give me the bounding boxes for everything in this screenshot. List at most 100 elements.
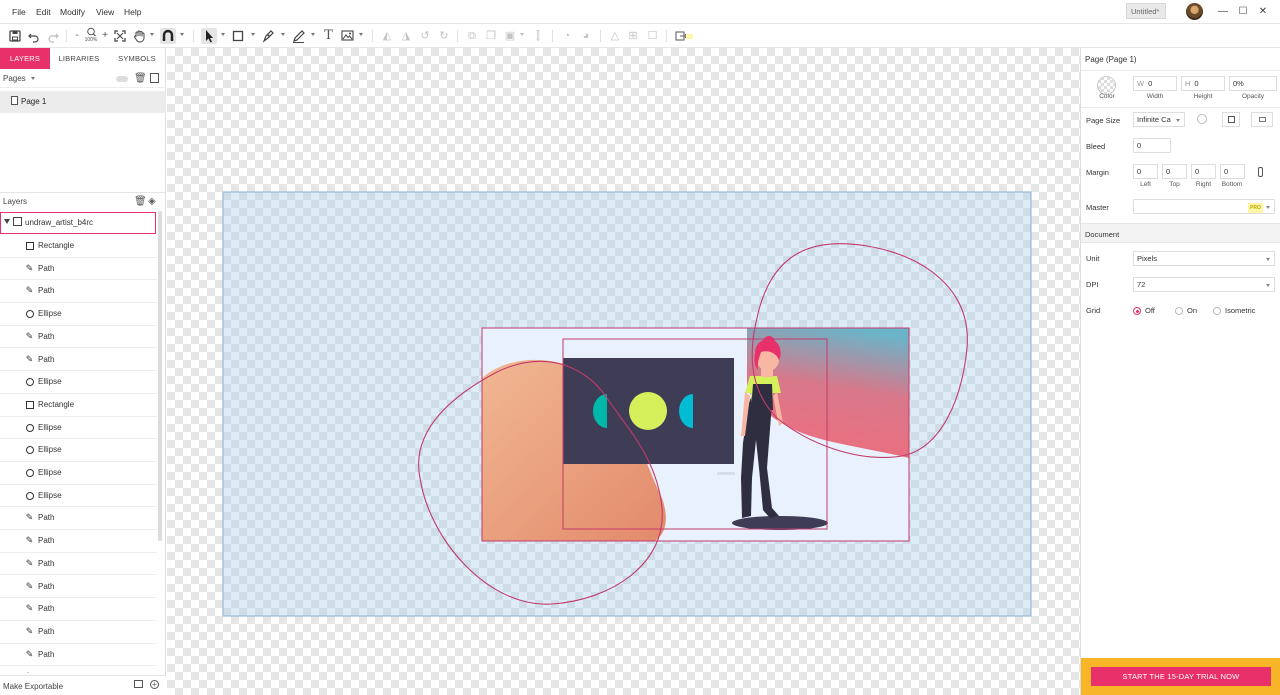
rotate-right-icon[interactable]: ↻: [438, 28, 450, 44]
layer-item[interactable]: ✎ Path: [0, 326, 157, 349]
avatar[interactable]: [1186, 3, 1203, 20]
toggle-icon[interactable]: [116, 76, 128, 82]
fit-screen-icon[interactable]: [114, 28, 126, 44]
layers-scrollbar[interactable]: [158, 211, 162, 541]
text-tool-icon[interactable]: T: [322, 28, 335, 44]
chevron-down-icon[interactable]: [221, 33, 225, 36]
layer-item[interactable]: ✎ Path: [0, 576, 157, 599]
zoom-in-icon[interactable]: +: [101, 28, 109, 44]
layer-item[interactable]: ✎ Path: [0, 666, 157, 673]
page-item[interactable]: Page 1: [0, 91, 166, 113]
margin-right-field[interactable]: 0: [1191, 164, 1216, 179]
grid-isometric-radio[interactable]: [1213, 307, 1221, 315]
chevron-down-icon[interactable]: [359, 33, 363, 36]
layer-item[interactable]: ✎ Path: [0, 598, 157, 621]
layer-item[interactable]: ✎ Path: [0, 644, 157, 667]
pages-label[interactable]: Pages: [3, 74, 26, 83]
dpi-select[interactable]: 72: [1133, 277, 1275, 292]
align-icon[interactable]: ⫿: [532, 28, 544, 44]
magnet-snap-icon[interactable]: [160, 28, 176, 44]
orientation-icon[interactable]: [1197, 114, 1207, 124]
boolean-union-icon[interactable]: ◔: [561, 28, 573, 44]
landscape-button[interactable]: [1251, 112, 1273, 127]
chevron-down-icon[interactable]: [31, 77, 35, 80]
pointer-tool-icon[interactable]: [201, 28, 217, 44]
layer-item[interactable]: Ellipse: [0, 417, 157, 440]
margin-top-field[interactable]: 0: [1162, 164, 1187, 179]
boolean-subtract-icon[interactable]: ◕: [580, 28, 592, 44]
grid-off-radio[interactable]: [1133, 307, 1141, 315]
menu-file[interactable]: File: [12, 7, 26, 17]
layer-item[interactable]: Rectangle: [0, 235, 157, 258]
master-select[interactable]: PRO: [1133, 199, 1275, 214]
menu-help[interactable]: Help: [124, 7, 141, 17]
trash-icon[interactable]: 🗑: [134, 73, 147, 84]
layer-root-group[interactable]: undraw_artist_b4rc: [0, 212, 156, 234]
caret-down-icon[interactable]: [4, 219, 10, 224]
layer-item[interactable]: ✎ Path: [0, 349, 157, 372]
zoom-control[interactable]: 100%: [83, 27, 99, 45]
undo-icon[interactable]: [28, 28, 40, 44]
chevron-down-icon[interactable]: [520, 33, 524, 36]
layer-item[interactable]: ✎ Path: [0, 258, 157, 281]
add-export-icon[interactable]: +: [150, 680, 159, 689]
chevron-down-icon[interactable]: [311, 33, 315, 36]
redo-icon[interactable]: [47, 28, 59, 44]
width-field[interactable]: W0: [1133, 76, 1177, 91]
rotate-left-icon[interactable]: ↺: [419, 28, 431, 44]
menu-view[interactable]: View: [96, 7, 114, 17]
layer-item[interactable]: ✎ Path: [0, 530, 157, 553]
lime-circle[interactable]: [629, 392, 667, 430]
floor-shadow-ellipse[interactable]: [732, 516, 828, 530]
canvas[interactable]: [167, 48, 1080, 695]
layer-item[interactable]: ✎ Path: [0, 280, 157, 304]
rectangle-tool-icon[interactable]: [232, 28, 244, 44]
layer-item[interactable]: ✎ Path: [0, 621, 157, 644]
minimize-button[interactable]: —: [1216, 5, 1230, 19]
layer-item[interactable]: Ellipse: [0, 462, 157, 485]
flip-vertical-icon[interactable]: ◮: [400, 28, 412, 44]
layer-item[interactable]: Ellipse: [0, 439, 157, 462]
group-icon[interactable]: ⧉: [466, 28, 478, 44]
chevron-down-icon[interactable]: [281, 33, 285, 36]
trash-icon[interactable]: 🗑: [134, 196, 147, 207]
unit-select[interactable]: Pixels: [1133, 251, 1275, 266]
layer-item[interactable]: Ellipse: [0, 303, 157, 326]
opacity-field[interactable]: 0%: [1229, 76, 1277, 91]
tab-libraries[interactable]: LIBRARIES: [55, 48, 103, 69]
hand-tool-icon[interactable]: [133, 28, 146, 44]
layer-item[interactable]: Rectangle: [0, 394, 157, 417]
menu-edit[interactable]: Edit: [36, 7, 51, 17]
arrange-icon[interactable]: ▣: [503, 28, 517, 44]
bleed-field[interactable]: 0: [1133, 138, 1171, 153]
chevron-down-icon[interactable]: [251, 33, 255, 36]
export-pro-icon[interactable]: [674, 28, 694, 44]
add-page-icon[interactable]: [150, 73, 159, 83]
zoom-out-icon[interactable]: -: [73, 28, 81, 44]
ungroup-icon[interactable]: ❐: [485, 28, 497, 44]
layer-item[interactable]: Ellipse: [0, 485, 157, 508]
save-icon[interactable]: [9, 28, 21, 44]
margin-bottom-field[interactable]: 0: [1220, 164, 1245, 179]
layer-item[interactable]: ✎ Path: [0, 507, 157, 531]
close-button[interactable]: ✕: [1256, 5, 1270, 19]
make-exportable-label[interactable]: Make Exportable: [3, 682, 63, 691]
pen-tool-icon[interactable]: [262, 28, 275, 44]
chevron-down-icon[interactable]: [180, 33, 184, 36]
grid-on-radio[interactable]: [1175, 307, 1183, 315]
portrait-button[interactable]: [1222, 112, 1240, 127]
tab-layers[interactable]: LAYERS: [0, 48, 50, 69]
page-size-select[interactable]: Infinite Ca: [1133, 112, 1185, 127]
pencil-tool-icon[interactable]: [292, 28, 305, 44]
image-tool-icon[interactable]: [341, 28, 354, 44]
flip-horizontal-icon[interactable]: ◭: [381, 28, 393, 44]
maximize-button[interactable]: ☐: [1236, 5, 1250, 19]
crop-icon[interactable]: ⊞: [627, 28, 639, 44]
mask-icon[interactable]: △: [609, 28, 621, 44]
document-tab[interactable]: Untitled*: [1126, 3, 1166, 19]
tab-symbols[interactable]: SYMBOLS: [112, 48, 162, 69]
link-margins-icon[interactable]: [1258, 167, 1263, 177]
layer-item[interactable]: Ellipse: [0, 371, 157, 394]
chevron-down-icon[interactable]: [150, 33, 154, 36]
menu-modify[interactable]: Modify: [60, 7, 85, 17]
